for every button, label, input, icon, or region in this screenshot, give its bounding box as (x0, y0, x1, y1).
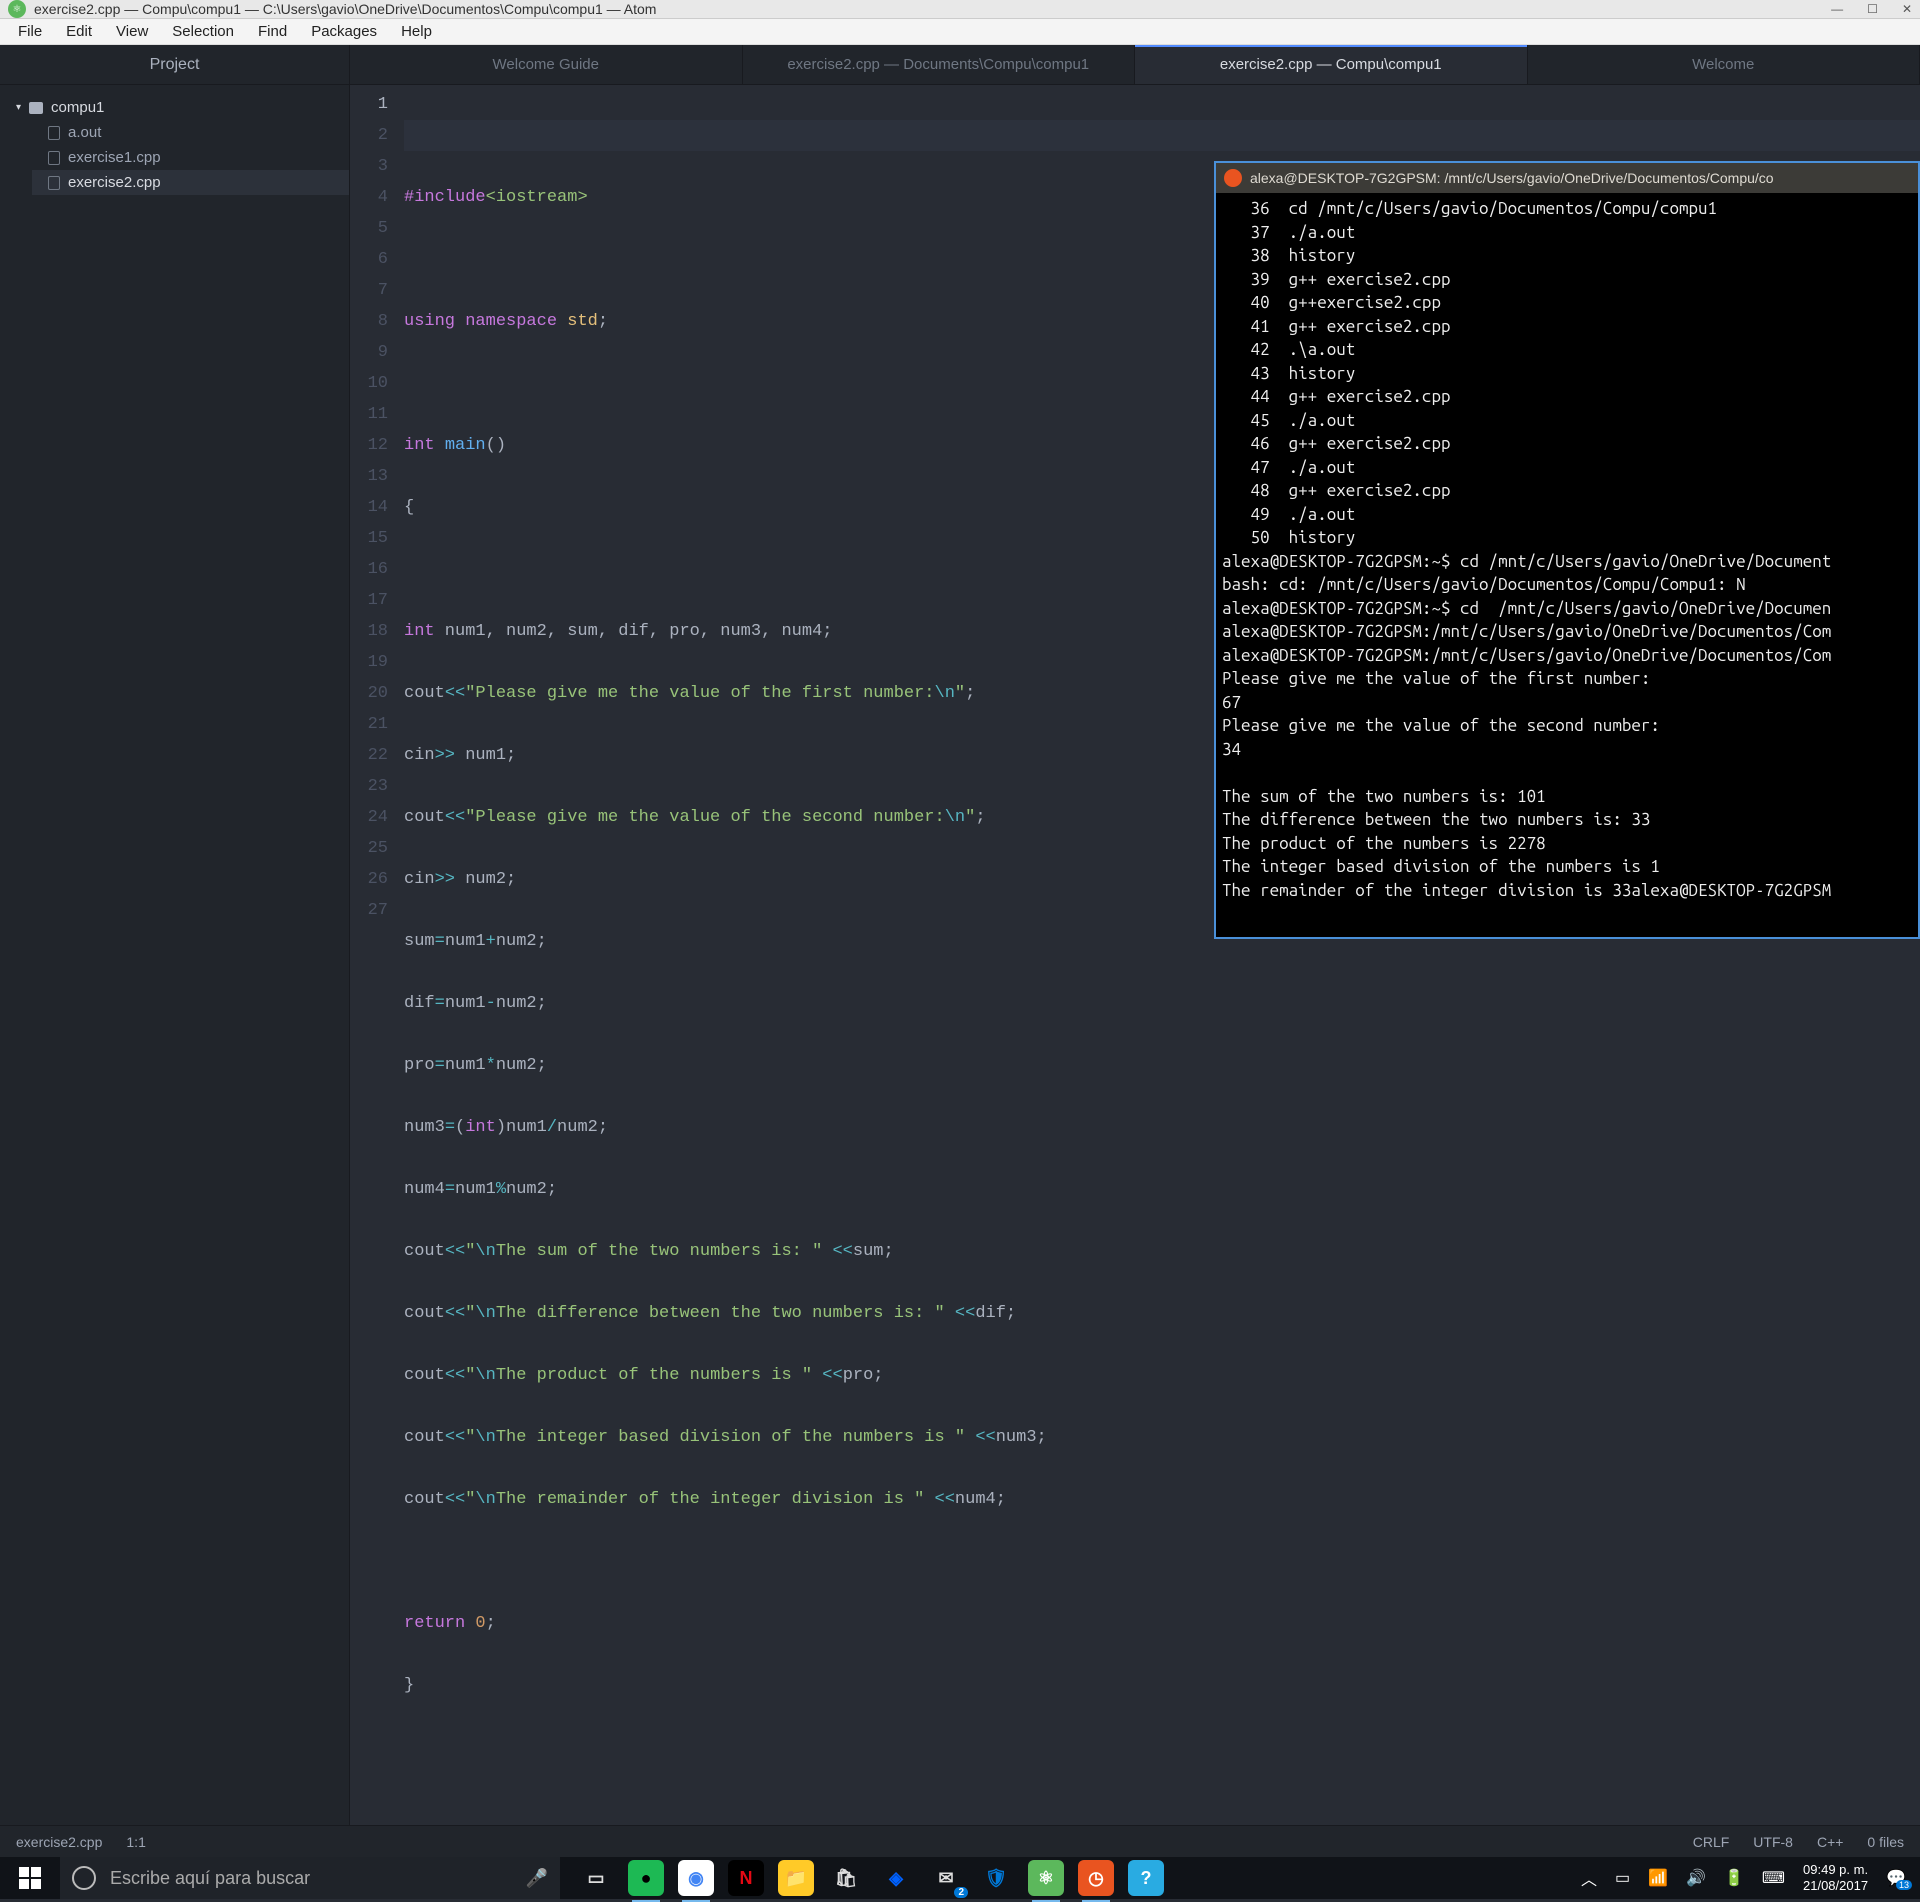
terminal-window[interactable]: alexa@DESKTOP-7G2GPSM: /mnt/c/Users/gavi… (1214, 161, 1920, 939)
window-titlebar: ⚛ exercise2.cpp — Compu\compu1 — C:\User… (0, 0, 1920, 19)
windows-logo-icon (19, 1867, 41, 1889)
start-button[interactable] (0, 1857, 60, 1899)
atom-app-icon: ⚛ (8, 0, 26, 18)
tree-folder-compu1[interactable]: ▾ compu1 (0, 95, 349, 120)
line-number-gutter: 1234567891011121314151617181920212223242… (350, 85, 404, 1825)
tree-file-label: exercise1.cpp (68, 149, 161, 166)
status-line-ending[interactable]: CRLF (1693, 1834, 1730, 1850)
taskbar-netflix[interactable]: N (728, 1860, 764, 1896)
search-placeholder-text: Escribe aquí para buscar (110, 1868, 310, 1889)
chevron-down-icon: ▾ (16, 102, 21, 113)
taskbar-mail[interactable]: ✉2 (928, 1860, 964, 1896)
status-file-count[interactable]: 0 files (1867, 1834, 1904, 1850)
file-icon (48, 176, 60, 190)
taskbar-store[interactable]: 🛍 (828, 1860, 864, 1896)
tab-welcome-guide[interactable]: Welcome Guide (350, 45, 743, 84)
microphone-icon[interactable]: 🎤 (526, 1868, 548, 1889)
taskbar-clock[interactable]: 09:49 p. m. 21/08/2017 (1803, 1862, 1868, 1894)
clock-time: 09:49 p. m. (1803, 1862, 1868, 1878)
menu-help[interactable]: Help (389, 19, 444, 44)
task-view-button[interactable]: ▭ (578, 1860, 614, 1896)
tab-welcome[interactable]: Welcome (1528, 45, 1920, 84)
tree-file-exercise2[interactable]: exercise2.cpp (32, 170, 349, 195)
taskbar-atom[interactable]: ⚛ (1028, 1860, 1064, 1896)
file-icon (48, 126, 60, 140)
notification-center-icon[interactable]: 💬13 (1886, 1868, 1906, 1888)
project-tree[interactable]: ▾ compu1 a.out exercise1.cpp exercise2.c… (0, 85, 350, 1825)
tree-file-exercise1[interactable]: exercise1.cpp (32, 145, 349, 170)
menu-packages[interactable]: Packages (299, 19, 389, 44)
tray-screen-icon[interactable]: ▭ (1615, 1868, 1630, 1888)
status-bar: exercise2.cpp 1:1 CRLF UTF-8 C++ 0 files (0, 1825, 1920, 1857)
tray-chevron-up-icon[interactable]: ︿ (1581, 1866, 1597, 1890)
menu-edit[interactable]: Edit (54, 19, 104, 44)
tree-file-aout[interactable]: a.out (32, 120, 349, 145)
menu-view[interactable]: View (104, 19, 160, 44)
taskbar-spotify[interactable]: ● (628, 1860, 664, 1896)
tab-exercise2-documents[interactable]: exercise2.cpp — Documents\Compu\compu1 (743, 45, 1136, 84)
menu-file[interactable]: File (6, 19, 54, 44)
tree-file-label: exercise2.cpp (68, 174, 161, 191)
folder-icon (29, 102, 43, 114)
tray-wifi-icon[interactable]: 📶 (1648, 1868, 1668, 1888)
clock-date: 21/08/2017 (1803, 1878, 1868, 1894)
terminal-output[interactable]: 36 cd /mnt/c/Users/gavio/Documentos/Comp… (1216, 193, 1918, 906)
window-close-button[interactable]: ✕ (1902, 2, 1912, 16)
window-maximize-button[interactable]: ☐ (1867, 2, 1878, 16)
ubuntu-icon (1224, 169, 1242, 187)
terminal-title-text: alexa@DESKTOP-7G2GPSM: /mnt/c/Users/gavi… (1250, 170, 1774, 186)
project-panel-header: Project (0, 45, 350, 84)
file-icon (48, 151, 60, 165)
status-language[interactable]: C++ (1817, 1834, 1843, 1850)
status-encoding[interactable]: UTF-8 (1753, 1834, 1793, 1850)
status-cursor-position[interactable]: 1:1 (126, 1834, 145, 1850)
tree-folder-label: compu1 (51, 99, 104, 116)
menu-selection[interactable]: Selection (160, 19, 246, 44)
tab-bar: Project Welcome Guide exercise2.cpp — Do… (0, 45, 1920, 85)
terminal-titlebar[interactable]: alexa@DESKTOP-7G2GPSM: /mnt/c/Users/gavi… (1216, 163, 1918, 193)
menu-find[interactable]: Find (246, 19, 299, 44)
window-minimize-button[interactable]: — (1831, 2, 1843, 16)
taskbar-ubuntu[interactable]: ◷ (1078, 1860, 1114, 1896)
taskbar-defender[interactable]: 🛡 (978, 1860, 1014, 1896)
taskbar-file-explorer[interactable]: 📁 (778, 1860, 814, 1896)
tab-exercise2-compu[interactable]: exercise2.cpp — Compu\compu1 (1135, 45, 1528, 84)
windows-taskbar[interactable]: Escribe aquí para buscar 🎤 ▭ ● ◉ N 📁 🛍 ◈… (0, 1857, 1920, 1899)
tree-file-label: a.out (68, 124, 101, 141)
status-filename[interactable]: exercise2.cpp (16, 1834, 102, 1850)
taskbar-chrome[interactable]: ◉ (678, 1860, 714, 1896)
window-title: exercise2.cpp — Compu\compu1 — C:\Users\… (34, 1, 656, 17)
tray-keyboard-icon[interactable]: ⌨ (1762, 1868, 1785, 1888)
taskbar-help[interactable]: ? (1128, 1860, 1164, 1896)
menu-bar: File Edit View Selection Find Packages H… (0, 19, 1920, 45)
cortana-icon (72, 1866, 96, 1890)
taskbar-search[interactable]: Escribe aquí para buscar 🎤 (60, 1857, 560, 1899)
tray-volume-icon[interactable]: 🔊 (1686, 1868, 1706, 1888)
taskbar-dropbox[interactable]: ◈ (878, 1860, 914, 1896)
tray-battery-icon[interactable]: 🔋 (1724, 1868, 1744, 1888)
